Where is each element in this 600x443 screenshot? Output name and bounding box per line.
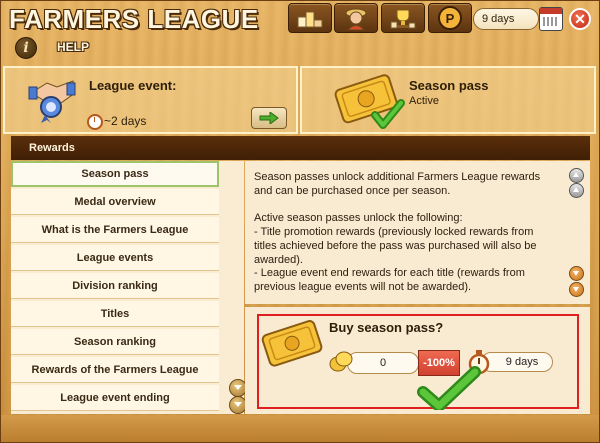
help-topic-list: Season pass Medal overview What is the F… — [11, 161, 247, 414]
nav-item-label: Season ranking — [74, 335, 156, 348]
nav-item-season-pass[interactable]: Season pass — [11, 161, 219, 187]
nav-item-label: League events — [76, 251, 154, 264]
farmers-league-window: FARMERS LEAGUE P 9 days ✕ i HELP League … — [0, 0, 600, 443]
content-scroll-bottom-button[interactable] — [569, 282, 584, 297]
trophy-button[interactable] — [381, 3, 425, 33]
podium-icon — [297, 11, 323, 28]
content-scroll-down-button[interactable] — [569, 266, 584, 281]
coins-price-value: 0 — [379, 357, 387, 369]
nav-item-season-ranking[interactable]: Season ranking — [11, 329, 219, 355]
nav-item-titles[interactable]: Titles — [11, 301, 219, 327]
season-pass-title: Season pass — [409, 78, 489, 93]
nav-item-label: League event ending — [60, 391, 170, 404]
nav-item-league-events[interactable]: League events — [11, 245, 219, 271]
league-event-title: League event: — [89, 78, 177, 93]
season-pass-toolbar-button[interactable]: P — [428, 3, 472, 33]
bottom-wood-strip — [1, 415, 599, 442]
close-button[interactable]: ✕ — [569, 8, 591, 30]
nav-item-label: What is the Farmers League — [41, 223, 189, 236]
days-remaining-label: 9 days — [482, 13, 515, 25]
content-scroll-up-button[interactable] — [569, 183, 584, 198]
confirm-purchase-button[interactable] — [417, 366, 481, 410]
duration-value: 9 days — [505, 356, 539, 368]
farmer-button[interactable] — [334, 3, 378, 33]
nav-item-label: Rewards of the Farmers League — [31, 363, 199, 376]
calendar-icon[interactable] — [539, 7, 563, 31]
podium-button[interactable] — [288, 3, 332, 33]
nav-item-league-event-ending[interactable]: League event ending — [11, 385, 219, 411]
nav-item-medal-overview[interactable]: Medal overview — [11, 189, 219, 215]
golden-ticket-icon — [334, 74, 405, 129]
handshake-medal-icon — [28, 80, 76, 123]
coins-price-field: 0 — [347, 352, 419, 374]
nav-item-label: Division ranking — [72, 279, 158, 292]
help-paragraph-1: Season passes unlock additional Farmers … — [254, 171, 541, 197]
svg-text:P: P — [446, 11, 455, 26]
help-label[interactable]: HELP — [57, 40, 89, 54]
farmer-icon — [345, 8, 367, 30]
nav-item-label: Titles — [100, 307, 130, 320]
info-icon[interactable]: i — [15, 37, 37, 59]
help-bullet-1: - Title promotion rewards (previously lo… — [254, 226, 537, 266]
nav-item-label: Medal overview — [74, 195, 156, 208]
nav-item-rewards-of-farmers-league[interactable]: Rewards of the Farmers League — [11, 357, 219, 383]
help-paragraph-2: Active season passes unlock the followin… — [254, 212, 463, 225]
rewards-header-title: Rewards — [29, 142, 75, 154]
league-event-go-button[interactable] — [251, 107, 287, 129]
trophy-icon — [390, 9, 416, 29]
arrow-right-icon — [259, 112, 279, 124]
clock-icon — [87, 114, 103, 130]
help-bullet-2: - League event end rewards for each titl… — [254, 267, 525, 293]
duration-field: 9 days — [481, 352, 553, 372]
rewards-header: Rewards — [11, 136, 590, 160]
close-icon: ✕ — [574, 10, 586, 27]
season-pass-status: Active — [409, 95, 439, 107]
coins-icon — [329, 351, 353, 372]
golden-ticket-icon — [261, 320, 323, 367]
content-scroll-top-button[interactable] — [569, 168, 584, 183]
league-event-time-left: ~2 days — [104, 114, 147, 128]
season-pass-icon: P — [438, 6, 462, 30]
help-text: Season passes unlock additional Farmers … — [254, 171, 554, 295]
help-content-panel: Season passes unlock additional Farmers … — [245, 161, 590, 304]
window-title: FARMERS LEAGUE — [9, 4, 259, 34]
nav-item-what-is-farmers-league[interactable]: What is the Farmers League — [11, 217, 219, 243]
nav-item-label: Season pass — [81, 168, 149, 180]
days-remaining-pill: 9 days — [473, 8, 539, 30]
nav-item-division-ranking[interactable]: Division ranking — [11, 273, 219, 299]
buy-season-pass-title: Buy season pass? — [329, 320, 444, 335]
